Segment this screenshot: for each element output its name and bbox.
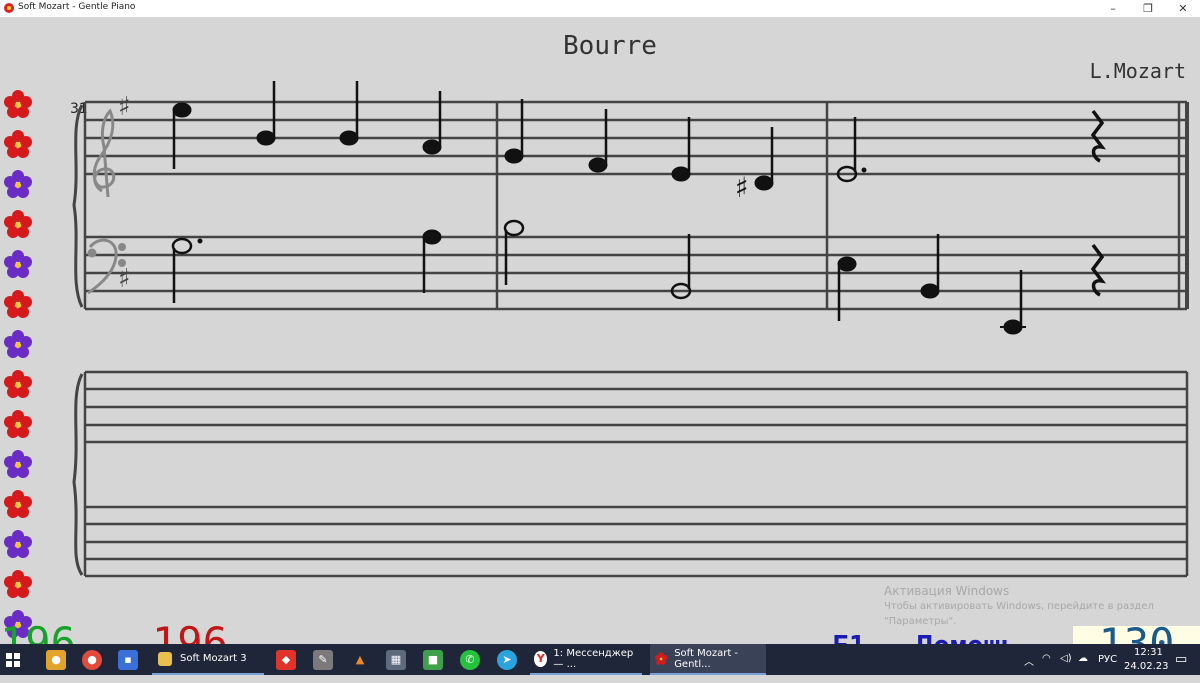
taskbar-pinned-app[interactable]: ● bbox=[46, 644, 66, 675]
empty-bass-staff bbox=[83, 372, 1189, 578]
calculator-icon: ▦ bbox=[386, 649, 406, 670]
minimize-icon: – bbox=[1110, 2, 1116, 15]
yandex-browser-icon: Y bbox=[534, 650, 548, 667]
treble-staff bbox=[85, 100, 1187, 176]
taskbar-app-softmozart-gentle[interactable]: Soft Mozart - Gentl... bbox=[650, 644, 766, 675]
taskbar-app-messenger[interactable]: Y 1: Мессенджер — ... bbox=[530, 644, 642, 675]
telegram-icon: ➤ bbox=[497, 649, 517, 670]
close-icon: ✕ bbox=[1178, 2, 1188, 15]
language-indicator[interactable]: РУС bbox=[1098, 654, 1117, 665]
taskbar-anydesk[interactable]: ◆ bbox=[276, 644, 296, 675]
volume-icon[interactable]: ◁) bbox=[1060, 653, 1072, 664]
taskbar-calculator[interactable]: ▦ bbox=[386, 644, 406, 675]
vlc-icon: ▲ bbox=[355, 653, 365, 666]
taskbar-chrome[interactable]: ● bbox=[82, 644, 102, 675]
score-canvas[interactable]: Bourre L.Mozart 31 ♯ ♯ ♯ Активация Windo… bbox=[0, 17, 1200, 672]
anydesk-icon: ◆ bbox=[276, 649, 296, 670]
package-icon: ■ bbox=[423, 649, 443, 670]
taskbar-app-3[interactable]: ■ bbox=[423, 644, 443, 675]
taskbar-app-2[interactable]: ✎ bbox=[313, 644, 333, 675]
empty-treble-staff bbox=[85, 370, 1187, 444]
brace-2 bbox=[72, 373, 84, 576]
folder-icon bbox=[158, 651, 172, 666]
tray-chevron-icon[interactable]: ︿ bbox=[1024, 653, 1034, 668]
sharp-accidental: ♯ bbox=[735, 171, 749, 204]
key-signature: ♯ bbox=[118, 92, 131, 122]
activation-line-1: Чтобы активировать Windows, перейдите в … bbox=[884, 601, 1154, 612]
window-title: Soft Mozart - Gentle Piano bbox=[18, 2, 136, 12]
taskbar-save-app[interactable]: ▪ bbox=[118, 644, 138, 675]
key-signature-bass: ♯ bbox=[118, 264, 131, 294]
activation-title: Активация Windows bbox=[884, 584, 1010, 598]
floppy-icon: ▪ bbox=[118, 649, 138, 670]
window-titlebar: Soft Mozart - Gentle Piano – ❐ ✕ bbox=[0, 0, 1200, 18]
taskbar-app-label: Soft Mozart 3 bbox=[180, 653, 247, 664]
windows-start-icon bbox=[6, 652, 20, 667]
clock-time[interactable]: 12:31 bbox=[1134, 647, 1163, 658]
network-icon[interactable]: ◠ bbox=[1042, 653, 1051, 664]
taskbar-vlc[interactable]: ▲ bbox=[350, 644, 370, 675]
restore-button[interactable]: ❐ bbox=[1130, 0, 1166, 17]
restore-icon: ❐ bbox=[1143, 2, 1153, 15]
soft-mozart-icon bbox=[654, 651, 668, 665]
quarter-rest bbox=[1090, 243, 1107, 297]
tool-icon: ✎ bbox=[313, 649, 333, 670]
minimize-button[interactable]: – bbox=[1095, 0, 1131, 17]
whatsapp-icon: ✆ bbox=[460, 649, 480, 670]
chrome-icon: ● bbox=[82, 649, 102, 670]
brace bbox=[72, 104, 84, 308]
cloud-icon[interactable]: ☁ bbox=[1078, 653, 1088, 664]
close-button[interactable]: ✕ bbox=[1165, 0, 1200, 17]
app-icon: ● bbox=[46, 649, 66, 670]
taskbar: ● ● ▪ Soft Mozart 3 ◆ ✎ ▲ ▦ ■ ✆ ➤ Y 1: М… bbox=[0, 644, 1200, 675]
quarter-rest bbox=[1090, 109, 1107, 163]
music-score: ♯ ♯ ♯ bbox=[72, 81, 1189, 578]
treble-clef-icon bbox=[92, 108, 116, 198]
clock-date[interactable]: 24.02.23 bbox=[1124, 661, 1169, 672]
soft-mozart-icon bbox=[4, 3, 14, 13]
system-tray: ︿ ◠ ◁) ☁ РУС 12:31 24.02.23 ▭ bbox=[1020, 644, 1200, 675]
notification-icon[interactable]: ▭ bbox=[1175, 652, 1187, 667]
start-button[interactable] bbox=[6, 644, 30, 675]
taskbar-app-label: Soft Mozart - Gentl... bbox=[674, 647, 739, 670]
taskbar-whatsapp[interactable]: ✆ bbox=[460, 644, 480, 675]
taskbar-telegram[interactable]: ➤ bbox=[497, 644, 517, 675]
taskbar-app-softmozart3[interactable]: Soft Mozart 3 bbox=[152, 644, 264, 675]
taskbar-app-label: 1: Мессенджер — ... bbox=[553, 647, 634, 670]
